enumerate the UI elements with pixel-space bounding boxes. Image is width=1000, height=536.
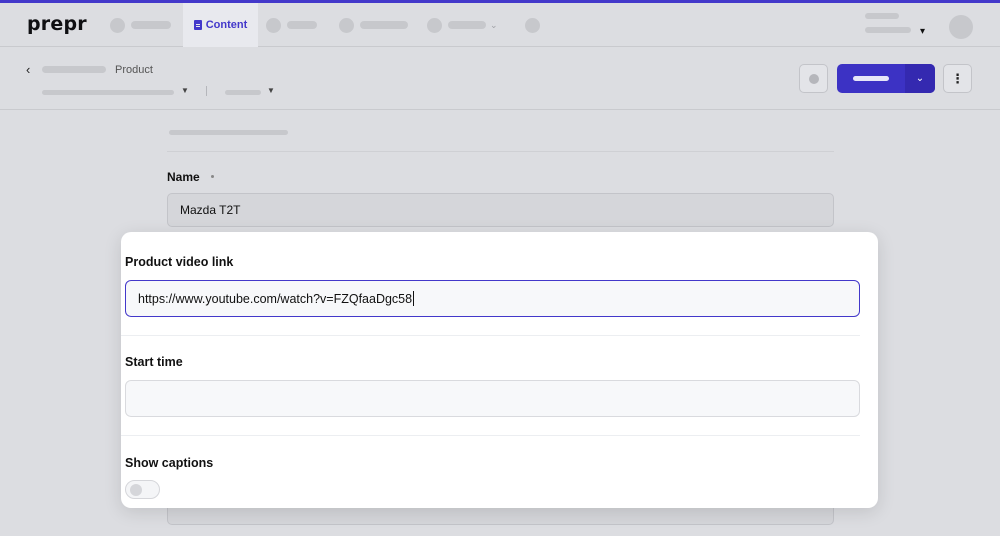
prepr-logo[interactable]: prepr [27,13,87,35]
publish-button-main[interactable] [837,64,905,93]
field-divider [121,435,860,436]
nav-item-1[interactable] [110,3,171,47]
name-input[interactable]: Mazda T2T [167,193,834,227]
document-icon [193,20,202,30]
publish-button-label-placeholder [853,76,889,81]
chevron-left-icon[interactable]: ‹ [26,62,30,77]
user-org-placeholder [865,27,911,33]
item-header: ‹ Product ▼ ▼ ⌄ ⋮ [0,48,1000,110]
nav-item-content[interactable]: Content [183,3,258,47]
name-label: Name [167,170,200,184]
section-title-placeholder [169,130,288,135]
nav-item-6-icon [525,17,540,33]
user-menu[interactable] [865,13,911,33]
user-name-placeholder [865,13,899,19]
section-divider [167,151,834,152]
publish-button[interactable]: ⌄ [837,64,935,93]
status-selector-placeholder[interactable] [225,90,261,95]
top-navigation-bar: prepr Content ⌄ ▾ [0,3,1000,47]
required-indicator-icon [211,175,214,178]
status-dot-icon [808,73,819,84]
nav-item-content-label: Content [205,19,248,31]
show-captions-label: Show captions [125,456,214,470]
nav-item-3-icon [266,17,281,33]
nav-item-3[interactable] [266,3,317,47]
breadcrumb-label: Product [115,64,153,76]
nav-item-5-icon [427,17,442,33]
toggle-knob [130,484,142,496]
avatar[interactable] [949,15,973,39]
caret-down-icon[interactable]: ▼ [181,86,189,95]
nav-item-5[interactable]: ⌄ [427,3,498,47]
user-menu-chevron-icon[interactable]: ▾ [920,26,925,37]
text-cursor [413,291,415,306]
start-time-label: Start time [125,355,183,369]
nav-item-3-label [287,21,317,29]
show-captions-toggle[interactable] [125,480,160,499]
nav-item-5-label [448,21,486,29]
video-link-value: https://www.youtube.com/watch?v=FZQfaaDg… [138,291,413,306]
video-link-input[interactable]: https://www.youtube.com/watch?v=FZQfaaDg… [125,280,860,317]
locale-selector-placeholder[interactable] [42,90,174,95]
nav-item-1-label [131,21,171,29]
video-link-label: Product video link [125,255,234,269]
field-divider [121,335,860,336]
status-button[interactable] [799,64,828,93]
chevron-down-icon[interactable]: ⌄ [905,64,935,93]
nav-item-1-icon [110,17,125,33]
nav-item-6[interactable] [525,3,540,47]
more-vertical-icon[interactable]: ⋮ [943,64,972,93]
video-settings-modal: Product video link https://www.youtube.c… [121,232,878,508]
divider [206,86,207,96]
chevron-down-icon: ⌄ [490,19,498,30]
caret-down-icon[interactable]: ▼ [267,86,275,95]
start-time-input[interactable] [125,380,860,417]
nav-item-4-label [360,21,408,29]
nav-item-4-icon [339,17,354,33]
hidden-field-input[interactable] [167,505,834,525]
breadcrumb-placeholder[interactable] [42,66,106,73]
nav-item-4[interactable] [339,3,408,47]
